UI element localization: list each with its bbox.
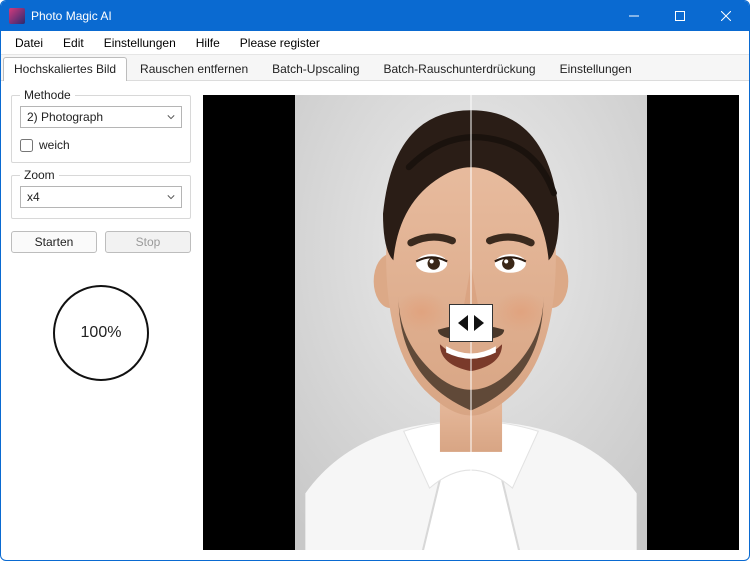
minimize-button[interactable] xyxy=(611,1,657,31)
titlebar: Photo Magic AI xyxy=(1,1,749,31)
action-button-row: Starten Stop xyxy=(11,231,191,253)
tab-batch-rauschunterdrueckung[interactable]: Batch-Rauschunterdrückung xyxy=(373,57,547,81)
app-window: Photo Magic AI Datei Edit Einstellungen … xyxy=(0,0,750,561)
menu-register[interactable]: Please register xyxy=(230,33,330,53)
slider-arrows-icon xyxy=(456,312,486,334)
soft-label: weich xyxy=(39,138,70,152)
app-icon xyxy=(9,8,25,24)
method-value: 2) Photograph xyxy=(27,110,103,124)
zoom-select[interactable]: x4 xyxy=(20,186,182,208)
progress-text: 100% xyxy=(81,324,122,342)
preview-area xyxy=(203,95,739,550)
method-legend: Methode xyxy=(20,88,75,102)
maximize-button[interactable] xyxy=(657,1,703,31)
zoom-group: Zoom x4 xyxy=(11,175,191,219)
close-button[interactable] xyxy=(703,1,749,31)
tab-batch-upscaling[interactable]: Batch-Upscaling xyxy=(261,57,370,81)
menubar: Datei Edit Einstellungen Hilfe Please re… xyxy=(1,31,749,55)
method-group: Methode 2) Photograph weich xyxy=(11,95,191,163)
method-select[interactable]: 2) Photograph xyxy=(20,106,182,128)
soft-checkbox[interactable] xyxy=(20,139,33,152)
content-area: Methode 2) Photograph weich Zoom x4 S xyxy=(1,81,749,560)
menu-einstellungen[interactable]: Einstellungen xyxy=(94,33,186,53)
zoom-legend: Zoom xyxy=(20,168,59,182)
chevron-down-icon xyxy=(167,193,175,201)
soft-checkbox-row[interactable]: weich xyxy=(20,138,182,152)
comparison-image[interactable] xyxy=(295,95,647,550)
tabbar: Hochskaliertes Bild Rauschen entfernen B… xyxy=(1,55,749,81)
progress-area: 100% xyxy=(11,265,191,550)
tab-hochskaliertes-bild[interactable]: Hochskaliertes Bild xyxy=(3,57,127,81)
tab-rauschen-entfernen[interactable]: Rauschen entfernen xyxy=(129,57,259,81)
start-button[interactable]: Starten xyxy=(11,231,97,253)
window-title: Photo Magic AI xyxy=(31,9,112,23)
zoom-value: x4 xyxy=(27,190,40,204)
menu-datei[interactable]: Datei xyxy=(5,33,53,53)
stop-button: Stop xyxy=(105,231,191,253)
menu-hilfe[interactable]: Hilfe xyxy=(186,33,230,53)
menu-edit[interactable]: Edit xyxy=(53,33,94,53)
progress-circle: 100% xyxy=(53,285,149,381)
chevron-down-icon xyxy=(167,113,175,121)
left-panel: Methode 2) Photograph weich Zoom x4 S xyxy=(11,95,191,550)
tab-einstellungen[interactable]: Einstellungen xyxy=(549,57,643,81)
comparison-slider-handle[interactable] xyxy=(449,304,493,342)
